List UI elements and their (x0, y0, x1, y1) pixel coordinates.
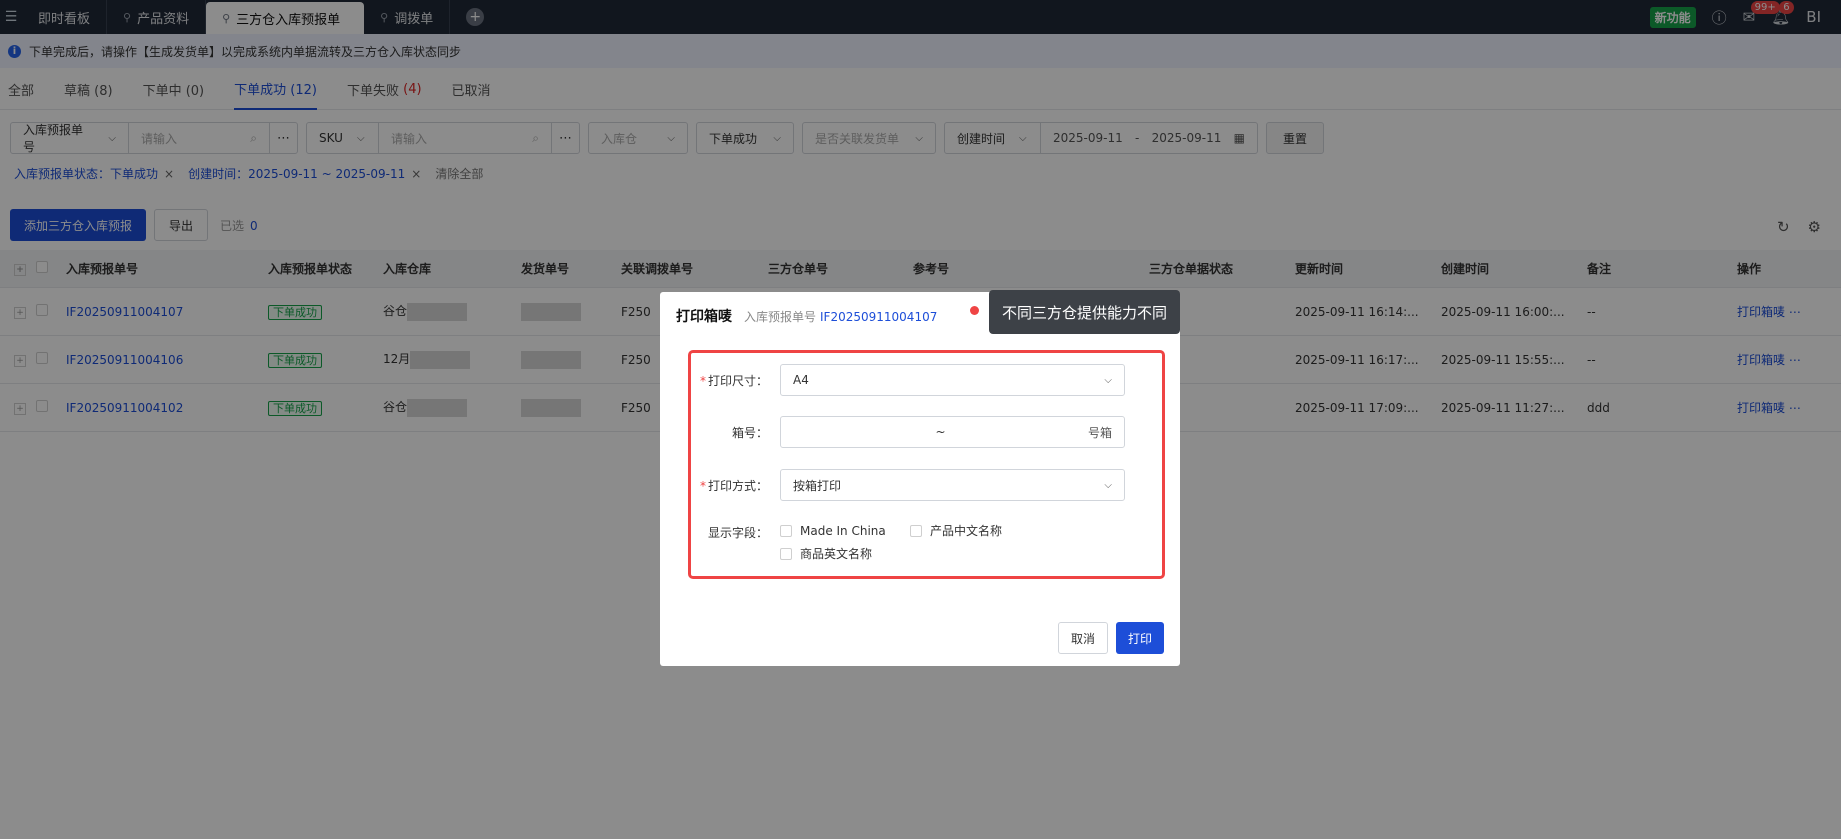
asn-number: IF20250911004107 (820, 310, 938, 324)
box-range-input[interactable]: ~ 号箱 (780, 416, 1125, 448)
checkbox[interactable] (780, 524, 792, 537)
modal-title: 打印箱唛 (676, 309, 732, 325)
print-method-label-text: 打印方式： (708, 478, 769, 493)
field-label: 产品中文名称 (930, 524, 1003, 538)
print-size-label-text: 打印尺寸： (708, 373, 769, 388)
field-made-in-china[interactable]: Made In China (780, 522, 890, 539)
display-fields-label: 显示字段： (707, 526, 768, 540)
box-label: 箱号： (731, 425, 768, 440)
print-label-modal: 打印箱唛 入库预报单号 IF20250911004107 * 打印尺寸： A4 ⌵ 箱… (660, 292, 1180, 666)
print-size-value: A4 (793, 373, 809, 387)
chevron-down-icon: ⌵ (1104, 374, 1112, 386)
modal-header: 打印箱唛 入库预报单号 IF20250911004107 (676, 306, 937, 326)
print-method-value: 按箱打印 (793, 478, 842, 493)
print-button[interactable]: 打印 (1115, 622, 1164, 654)
box-range-separator: ~ (935, 425, 946, 439)
display-fields-group: Made In China 产品中文名称 商品英文名称 (780, 522, 1125, 562)
print-method-select[interactable]: 按箱打印 ⌵ (780, 469, 1125, 501)
print-method-label: * 打印方式： (700, 478, 769, 493)
field-label: 商品英文名称 (800, 547, 873, 561)
checkbox[interactable] (780, 547, 792, 560)
box-suffix: 号箱 (1087, 425, 1112, 440)
print-size-row: * 打印尺寸： A4 ⌵ (700, 364, 1125, 396)
asn-label: 入库预报单号 (744, 310, 817, 324)
box-range-row: 箱号： ~ 号箱 (700, 416, 1125, 448)
annotation-callout: 不同三方仓提供能力不同 (989, 290, 1181, 334)
checkbox[interactable] (910, 524, 922, 537)
display-fields-row: 显示字段： Made In China 产品中文名称 商品英文名称 (700, 522, 1125, 562)
field-label: Made In China (800, 523, 886, 538)
field-product-cn-name[interactable]: 产品中文名称 (910, 522, 1002, 539)
print-method-row: * 打印方式： 按箱打印 ⌵ (700, 469, 1125, 501)
field-product-en-name[interactable]: 商品英文名称 (780, 545, 1125, 562)
cancel-button[interactable]: 取消 (1057, 622, 1108, 654)
chevron-down-icon: ⌵ (1104, 479, 1112, 491)
modal-subtitle: 入库预报单号 IF20250911004107 (744, 308, 937, 325)
modal-footer: 取消 打印 (1057, 622, 1164, 654)
print-size-label: * 打印尺寸： (700, 373, 769, 388)
callout-dot (970, 306, 979, 315)
print-size-select[interactable]: A4 ⌵ (780, 364, 1125, 396)
